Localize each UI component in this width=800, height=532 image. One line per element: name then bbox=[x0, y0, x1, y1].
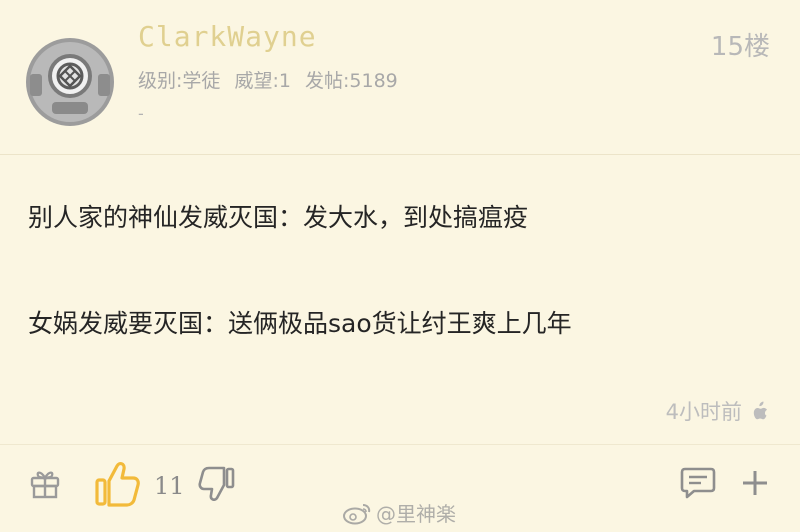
header-divider bbox=[0, 154, 800, 155]
like-count: 11 bbox=[154, 472, 185, 500]
footer-divider bbox=[0, 444, 800, 445]
reputation-value: 1 bbox=[278, 70, 291, 92]
plus-icon[interactable] bbox=[740, 468, 770, 498]
apple-icon bbox=[753, 401, 767, 420]
watermark: @里神楽 bbox=[342, 498, 456, 527]
signature: - bbox=[138, 104, 144, 123]
level-label: 级别: bbox=[138, 70, 183, 92]
diving-helmet-icon bbox=[26, 38, 114, 126]
post-content-line: 女娲发威要灭国：送俩极品sao货让纣王爽上几年 bbox=[28, 309, 572, 338]
username-link[interactable]: ClarkWayne bbox=[138, 20, 317, 53]
reputation-label: 威望: bbox=[234, 70, 279, 92]
posts-value: 5189 bbox=[349, 70, 398, 92]
weibo-icon bbox=[343, 503, 371, 524]
watermark-text: @里神楽 bbox=[376, 502, 456, 526]
gift-icon[interactable] bbox=[28, 466, 62, 500]
post-time-text: 4小时前 bbox=[665, 400, 742, 424]
user-meta: 级别:学徒 威望:1 发帖:5189 bbox=[138, 66, 398, 93]
avatar[interactable] bbox=[24, 36, 116, 128]
floor-number: 15楼 bbox=[710, 32, 770, 62]
comment-icon[interactable] bbox=[680, 466, 716, 500]
thumbs-down-icon[interactable] bbox=[198, 466, 236, 502]
level-value: 学徒 bbox=[182, 70, 221, 92]
posts-label: 发帖: bbox=[305, 70, 350, 92]
thumbs-up-icon[interactable] bbox=[94, 460, 140, 508]
post-content-line: 别人家的神仙发威灭国：发大水，到处搞瘟疫 bbox=[28, 203, 529, 232]
post-time: 4小时前 bbox=[666, 396, 770, 426]
